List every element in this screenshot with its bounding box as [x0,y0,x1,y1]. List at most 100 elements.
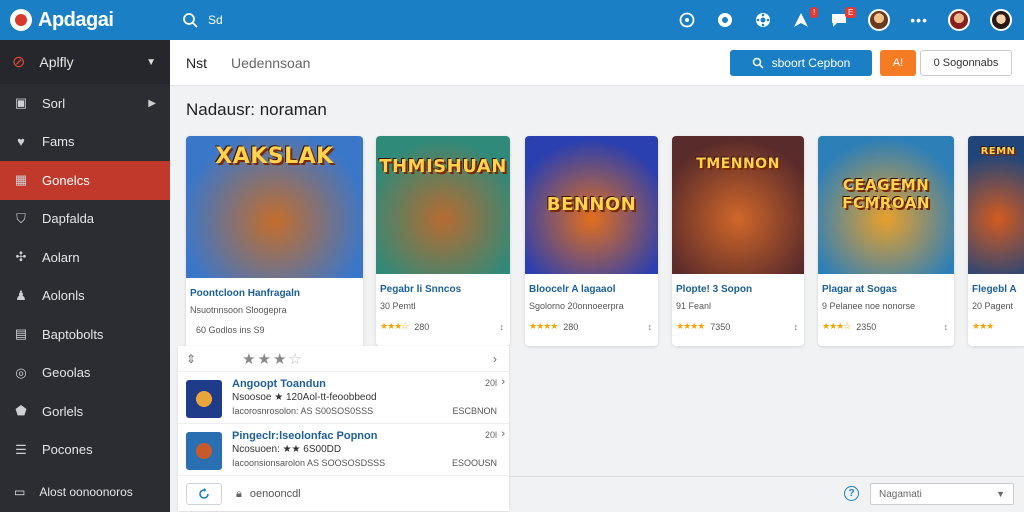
expand-icon: ⇕ [186,351,197,366]
sidebar-item-3[interactable]: ⛉ Dapfalda [0,200,170,239]
section-title: Nadausr: noraman [186,100,327,119]
secondary-action-button[interactable]: 0 Sogonnabs [920,50,1012,76]
more-dots-icon[interactable]: ••• [910,12,928,28]
game-card[interactable]: BENNON Bloocelr A lagaaol Sgolorno 20onnoe… [525,136,658,346]
sort-icon[interactable]: ↕ [648,322,653,332]
game-subtitle: 91 Feanl [676,301,712,311]
game-subtitle: 20 Pagent [972,301,1014,311]
alert-button[interactable]: A! [880,50,916,76]
help-icon[interactable]: ? [844,486,859,501]
sort-icon[interactable]: ↕ [794,322,799,332]
game-card[interactable]: CEAGEMN FCMROAN Plagar at Sogas 9 Pelanee … [818,136,954,346]
sidebar-header[interactable]: ⊘ Aplfly ▼ [0,40,170,84]
list-item-count: 20l [484,430,497,440]
sort-icon[interactable]: ↕ [944,322,949,332]
sidebar-item-label: Geoolas [42,365,91,381]
footer-select-value: Nagamati [879,488,922,500]
game-subtitle: Sgolorno 20onnoeerpra [529,301,624,311]
game-meta-text: 280 [414,321,430,332]
sidebar-item-2[interactable]: ▦ Gonelcs [0,161,170,200]
sidebar-footer[interactable]: ▭ Alost oonoonoros [0,472,170,512]
game-cover-image[interactable]: CEAGEMN FCMROAN [818,136,954,274]
sidebar-item-8[interactable]: ⬟ Gorlels [0,392,170,431]
game-cover-title: REMN [980,146,1016,157]
list-item-meta: Iacoonsionsarolon AS SOOSOSDSSS [232,458,386,468]
game-meta: ★★★★ 280 ↕ [525,321,658,332]
game-meta-text: 60 Godlos ins S9 [196,325,265,335]
rating-row[interactable]: ⇕ ★★★☆ › [178,346,509,372]
list-footer: 🔒︎ oenooncdl [178,477,509,511]
game-meta: ★★★☆ 280 ↕ [376,321,510,332]
game-title[interactable]: Bloocelr A lagaaol [525,284,658,295]
chevron-right-icon[interactable]: › [501,428,505,440]
eye-icon[interactable] [716,11,734,29]
game-title[interactable]: Plopte! 3 Sopon [672,284,804,295]
game-title[interactable]: Flegebl A [968,284,1024,295]
primary-action-label: sboort Cepbon [771,56,851,70]
list-item-title[interactable]: Angoopt Toandun [232,378,326,390]
folder-icon: ▭ [14,485,26,499]
game-card[interactable]: TMENNON Plopte! 3 Sopon 91 Feanl ★★★★ 7350 ↕ [672,136,804,346]
user-icon: ♟ [15,287,27,303]
game-cover-image[interactable]: XAKSLAK [186,136,363,278]
brand-icon: ⊘ [12,54,26,71]
list-item[interactable]: Pingeclr:lseolonfac Popnon Ncosuoen: ★★ 6… [178,424,509,476]
friend-avatar-1[interactable] [948,9,970,31]
chevron-down-icon: ▼ [146,56,156,68]
game-cover-image[interactable]: THMISHUAN [376,136,510,274]
list-item[interactable]: Angoopt Toandun Nsoosoe ★ 120Aol-tt-feoob… [178,372,509,424]
chevron-right-icon: ▶ [148,97,156,109]
game-title[interactable]: Poontcloon Hanfragaln [186,288,363,299]
game-card[interactable]: XAKSLAK Poontcloon Hanfragaln Nsuotnnsoon … [186,136,363,350]
game-thumbnail[interactable] [186,432,222,470]
list-item-detail: Ncosuoen: ★★ 6S00DD [232,444,342,455]
sidebar-item-1[interactable]: ♥ Fams [0,123,170,162]
chevron-right-icon[interactable]: › [501,376,505,388]
grid-icon: ▦ [14,172,28,188]
search-icon [183,13,198,28]
sort-icon[interactable]: ↕ [500,322,505,332]
notification-icon[interactable]: ! [792,7,819,29]
refresh-button[interactable] [186,483,222,505]
game-cover-image[interactable]: REMN [968,136,1024,274]
sidebar-item-6[interactable]: ▤ Baptobolts [0,315,170,354]
app-logo[interactable]: Apdagai [0,9,170,32]
top-search[interactable]: Sd [182,12,223,28]
user-avatar[interactable] [868,9,891,31]
messages-icon[interactable]: E [830,7,857,29]
game-cover-image[interactable]: BENNON [525,136,658,274]
footer-select[interactable]: Nagamati ▼ [870,483,1014,505]
game-cover-image[interactable]: TMENNON [672,136,804,274]
sidebar-item-9[interactable]: ☰ Pocones [0,431,170,470]
top-bar: Apdagai Sd ! E ••• [0,0,1024,40]
primary-action-button[interactable]: sboort Cepbon [730,50,872,76]
rating-stars: ★★★☆ [380,321,409,331]
page-subtitle[interactable]: Uedennsoan [231,55,310,71]
app-title: Apdagai [38,8,114,31]
game-title[interactable]: Plagar at Sogas [818,284,954,295]
game-title[interactable]: Pegabr li Snncos [376,284,510,295]
list-item-title[interactable]: Pingeclr:lseolonfac Popnon [232,430,377,442]
sidebar-item-5[interactable]: ♟ Aolonls [0,277,170,316]
sidebar: ⊘ Aplfly ▼ ▣ Sorl ▶ ♥ Fams ▦ Gonelcs ⛉ Dapfalda ✣… [0,40,170,512]
friend-avatar-2[interactable] [990,9,1012,31]
sidebar-item-label: Pocones [42,442,93,458]
game-subtitle: 9 Pelanee noe nonorse [822,301,916,311]
sidebar-item-label: Sorl [42,95,66,111]
game-thumbnail[interactable] [186,380,222,418]
zoom-icon[interactable] [678,11,696,29]
sidebar-item-7[interactable]: ◎ Geoolas [0,354,170,393]
game-cover-title: BENNON [546,194,637,215]
top-icons: ! E ••• [678,0,1012,40]
badge-icon: ⬟ [15,403,27,419]
sidebar-item-4[interactable]: ✣ Aolarn [0,238,170,277]
sidebar-item-0[interactable]: ▣ Sorl ▶ [0,84,170,123]
rating-stars[interactable]: ★★★☆ [242,350,304,368]
chevron-right-icon: › [493,351,497,366]
list-footer-text[interactable]: 🔒︎ oenooncdl [236,488,301,501]
game-card[interactable]: THMISHUAN Pegabr li Snncos 30 Pemtl ★★★☆ 280… [376,136,510,346]
settings-icon[interactable] [754,11,772,29]
page-title: Nst [186,54,207,71]
sidebar-header-label: Aplfly [39,54,74,70]
game-card[interactable]: REMN Flegebl A 20 Pagent ★★★ [968,136,1024,346]
